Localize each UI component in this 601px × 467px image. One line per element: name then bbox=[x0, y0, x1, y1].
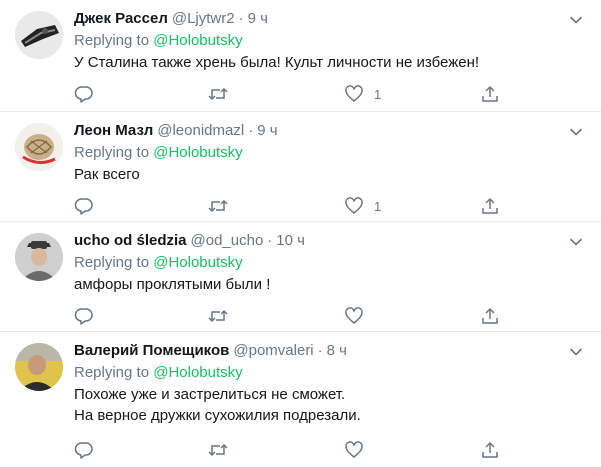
tweet-actions: 1 bbox=[74, 196, 504, 216]
share-button[interactable] bbox=[480, 306, 500, 326]
like-button[interactable] bbox=[344, 306, 374, 326]
tweet-text: Похоже уже и застрелиться не сможет. На … bbox=[74, 384, 361, 426]
separator-dot: · bbox=[248, 122, 254, 139]
mention-link[interactable]: @Holobutsky bbox=[153, 254, 242, 271]
like-button[interactable] bbox=[344, 440, 374, 460]
reply-icon bbox=[74, 442, 93, 459]
heart-icon bbox=[345, 197, 363, 214]
heart-icon bbox=[345, 307, 363, 324]
separator-dot: · bbox=[238, 10, 244, 27]
reply-button[interactable] bbox=[74, 84, 94, 104]
share-button[interactable] bbox=[480, 440, 500, 460]
reply-icon bbox=[74, 308, 93, 325]
tweet-header: Валерий Помещиков @pomvaleri · 8 ч bbox=[74, 341, 347, 361]
replying-to-label: Replying to bbox=[74, 364, 150, 381]
author-name[interactable]: ucho od śledzia bbox=[74, 232, 187, 249]
chevron-down-icon[interactable] bbox=[568, 12, 584, 28]
retweet-button[interactable] bbox=[207, 306, 229, 326]
replying-to: Replying to @Holobutsky bbox=[74, 253, 243, 273]
chevron-down-icon[interactable] bbox=[568, 234, 584, 250]
tweet-actions: 1 bbox=[74, 84, 504, 104]
tweet-time[interactable]: 10 ч bbox=[276, 232, 305, 249]
mention-link[interactable]: @Holobutsky bbox=[153, 144, 242, 161]
retweet-icon bbox=[208, 443, 228, 457]
tweet-text-line: У Сталина также хрень была! Культ личнос… bbox=[74, 54, 480, 71]
retweet-button[interactable] bbox=[207, 84, 229, 104]
reply-icon bbox=[74, 198, 93, 215]
tweet[interactable]: Джек Рассел @Ljytwr2 · 9 ч Replying to @Hol… bbox=[0, 0, 601, 112]
avatar[interactable] bbox=[15, 343, 63, 391]
tweet-text: амфоры проклятыми были ! bbox=[74, 274, 270, 295]
chevron-down-icon[interactable] bbox=[568, 124, 584, 140]
reply-feed: Джек Рассел @Ljytwr2 · 9 ч Replying to @Hol… bbox=[0, 0, 601, 467]
tweet[interactable]: ucho od śledzia @od_ucho · 10 ч Replying to… bbox=[0, 222, 601, 332]
share-icon bbox=[482, 197, 498, 214]
author-handle[interactable]: @Ljytwr2 bbox=[172, 10, 235, 27]
retweet-button[interactable] bbox=[207, 440, 229, 460]
author-handle[interactable]: @leonidmazl bbox=[157, 122, 244, 139]
share-button[interactable] bbox=[480, 196, 500, 216]
avatar[interactable] bbox=[15, 233, 63, 281]
mention-link[interactable]: @Holobutsky bbox=[153, 32, 242, 49]
author-name[interactable]: Леон Мазл bbox=[74, 122, 153, 139]
tweet[interactable]: Леон Мазл @leonidmazl · 9 ч Replying to @Ho… bbox=[0, 112, 601, 222]
replying-to: Replying to @Holobutsky bbox=[74, 31, 243, 51]
replying-to: Replying to @Holobutsky bbox=[74, 363, 243, 383]
reply-icon bbox=[74, 86, 93, 103]
tweet-actions bbox=[74, 306, 504, 326]
tweet-time[interactable]: 8 ч bbox=[327, 342, 347, 359]
avatar[interactable] bbox=[15, 123, 63, 171]
share-icon bbox=[482, 307, 498, 324]
author-handle[interactable]: @od_ucho bbox=[191, 232, 264, 249]
share-icon bbox=[482, 441, 498, 458]
tweet-text: У Сталина также хрень была! Культ личнос… bbox=[74, 52, 479, 73]
separator-dot: · bbox=[317, 342, 323, 359]
tweet-header: Джек Рассел @Ljytwr2 · 9 ч bbox=[74, 9, 268, 29]
tweet-time[interactable]: 9 ч bbox=[257, 122, 277, 139]
tweet-text: Рак всего bbox=[74, 164, 140, 185]
tweet-time[interactable]: 9 ч bbox=[248, 10, 268, 27]
reply-button[interactable] bbox=[74, 440, 94, 460]
replying-to: Replying to @Holobutsky bbox=[74, 143, 243, 163]
heart-icon bbox=[345, 441, 363, 458]
like-count: 1 bbox=[374, 86, 382, 102]
like-button[interactable]: 1 bbox=[344, 84, 381, 104]
tweet-actions bbox=[74, 440, 504, 460]
share-icon bbox=[482, 85, 498, 102]
separator-dot: · bbox=[267, 232, 273, 249]
tweet-text-line: Рак всего bbox=[74, 166, 140, 183]
share-button[interactable] bbox=[480, 84, 500, 104]
replying-to-label: Replying to bbox=[74, 254, 150, 271]
avatar[interactable] bbox=[15, 11, 63, 59]
chevron-down-icon[interactable] bbox=[568, 344, 584, 360]
tweet-text-line: На верное дружки сухожилия подрезали. bbox=[74, 407, 361, 424]
author-name[interactable]: Валерий Помещиков bbox=[74, 342, 229, 359]
like-button[interactable]: 1 bbox=[344, 196, 381, 216]
author-name[interactable]: Джек Рассел bbox=[74, 10, 168, 27]
tweet-header: ucho od śledzia @od_ucho · 10 ч bbox=[74, 231, 305, 251]
replying-to-label: Replying to bbox=[74, 144, 150, 161]
reply-button[interactable] bbox=[74, 306, 94, 326]
tweet-text-line: амфоры проклятыми были ! bbox=[74, 276, 271, 293]
replying-to-label: Replying to bbox=[74, 32, 150, 49]
tweet-text-line: Похоже уже и застрелиться не сможет. bbox=[74, 386, 346, 403]
retweet-icon bbox=[208, 199, 228, 213]
mention-link[interactable]: @Holobutsky bbox=[153, 364, 242, 381]
retweet-icon bbox=[208, 309, 228, 323]
author-handle[interactable]: @pomvaleri bbox=[233, 342, 313, 359]
reply-button[interactable] bbox=[74, 196, 94, 216]
retweet-icon bbox=[208, 87, 228, 101]
tweet-header: Леон Мазл @leonidmazl · 9 ч bbox=[74, 121, 278, 141]
tweet[interactable]: Валерий Помещиков @pomvaleri · 8 ч Replying… bbox=[0, 332, 601, 467]
retweet-button[interactable] bbox=[207, 196, 229, 216]
heart-icon bbox=[345, 85, 363, 102]
like-count: 1 bbox=[374, 198, 382, 214]
